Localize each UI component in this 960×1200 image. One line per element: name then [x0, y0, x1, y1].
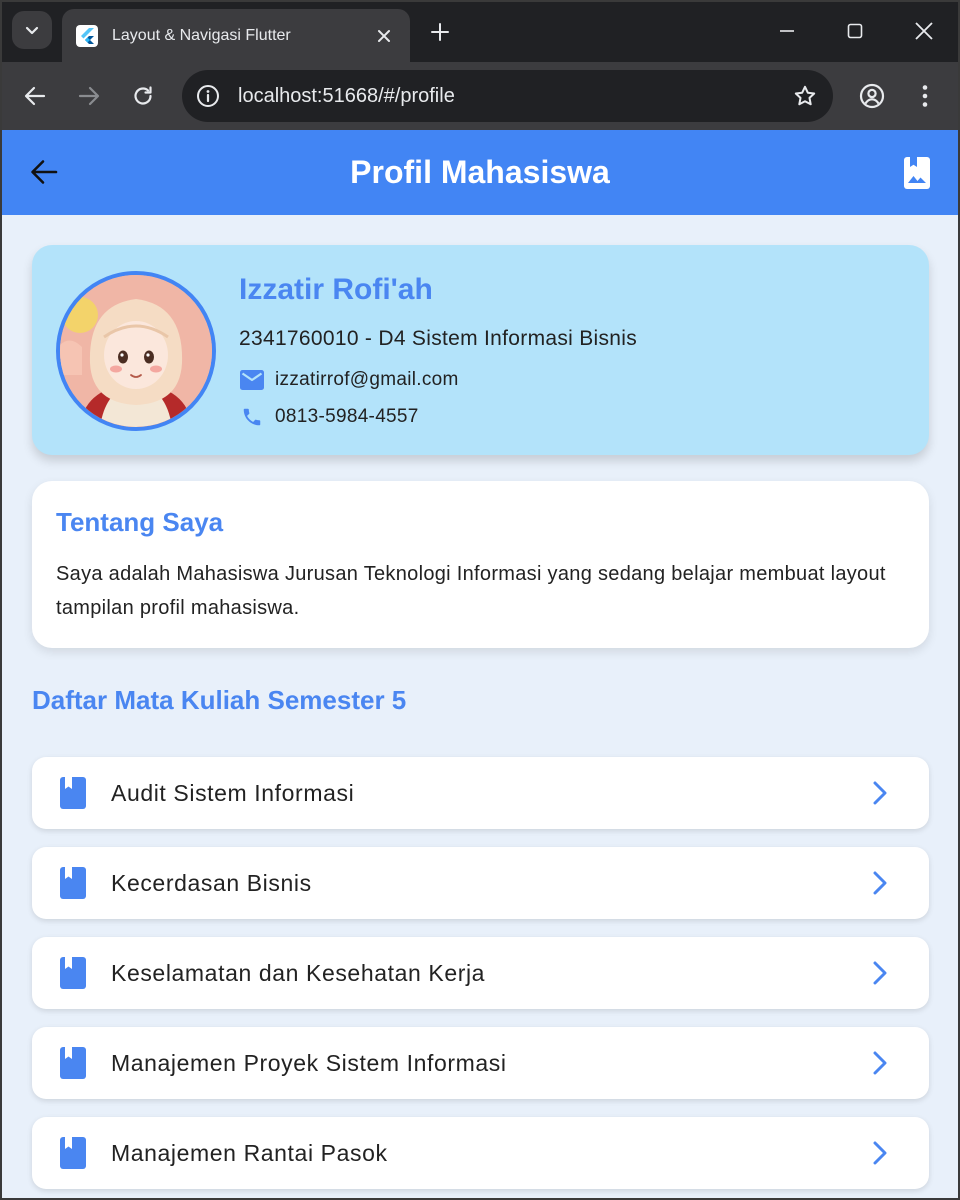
course-item[interactable]: Audit Sistem Informasi [32, 757, 929, 829]
plus-icon [431, 23, 449, 41]
reload-icon [134, 86, 152, 105]
maximize-button[interactable] [835, 12, 875, 50]
tab-title: Layout & Navigasi Flutter [112, 26, 291, 44]
chevron-right-icon [866, 959, 894, 987]
email-icon [239, 367, 265, 393]
more-vert-icon [922, 85, 928, 107]
chevron-down-icon [25, 26, 39, 35]
email-row: izzatirrof@gmail.com [239, 367, 459, 393]
browser-tabstrip: Layout & Navigasi Flutter [0, 0, 960, 62]
close-window-button[interactable] [904, 12, 944, 50]
url-text[interactable]: localhost:51668/#/profile [238, 85, 791, 108]
flutter-logo-icon [76, 24, 98, 47]
email-text: izzatirrof@gmail.com [275, 369, 459, 390]
course-label: Manajemen Rantai Pasok [111, 1140, 388, 1166]
minimize-button[interactable] [767, 12, 807, 50]
arrow-left-icon [24, 86, 46, 106]
minimize-icon [780, 30, 794, 32]
tab-search-button[interactable] [12, 11, 52, 49]
avatar [56, 271, 216, 431]
courses-section-title: Daftar Mata Kuliah Semester 5 [32, 685, 407, 715]
photo-album-icon [904, 157, 930, 189]
app-bar: Profil Mahasiswa [2, 130, 958, 215]
address-bar[interactable]: localhost:51668/#/profile [182, 70, 833, 122]
phone-text: 0813-5984-4557 [275, 406, 419, 427]
new-tab-button[interactable] [424, 16, 456, 48]
back-button[interactable] [15, 76, 55, 116]
about-title: Tentang Saya [56, 507, 224, 537]
book-icon [60, 867, 86, 899]
close-icon [378, 29, 390, 42]
star-icon[interactable] [791, 82, 819, 110]
book-icon [60, 1047, 86, 1079]
chevron-right-icon [866, 1139, 894, 1167]
photo-album-button[interactable] [898, 154, 936, 192]
phone-row: 0813-5984-4557 [239, 404, 419, 430]
phone-icon [239, 404, 265, 430]
close-tab-button[interactable] [372, 24, 396, 48]
about-text: Saya adalah Mahasiswa Jurusan Teknologi … [56, 563, 886, 619]
reload-button[interactable] [123, 76, 163, 116]
close-icon [915, 22, 933, 40]
course-item[interactable]: Manajemen Proyek Sistem Informasi [32, 1027, 929, 1099]
course-label: Keselamatan dan Kesehatan Kerja [111, 960, 486, 986]
course-label: Kecerdasan Bisnis [111, 870, 312, 896]
app-viewport: Profil Mahasiswa Izzatir Rofi'ah 2341760… [2, 130, 958, 1198]
course-label: Manajemen Proyek Sistem Informasi [111, 1050, 507, 1076]
student-nim-program: 2341760010 - D4 Sistem Informasi Bisnis [239, 327, 638, 350]
maximize-icon [847, 23, 863, 39]
course-item[interactable]: Kecerdasan Bisnis [32, 847, 929, 919]
book-icon [60, 1137, 86, 1169]
course-label: Audit Sistem Informasi [111, 780, 355, 806]
arrow-right-icon [78, 86, 100, 106]
browser-toolbar: localhost:51668/#/profile [0, 62, 960, 130]
chevron-right-icon [866, 1049, 894, 1077]
student-name: Izzatir Rofi'ah [239, 273, 433, 306]
forward-button[interactable] [69, 76, 109, 116]
page-title: Profil Mahasiswa [350, 154, 610, 190]
info-icon[interactable] [196, 84, 220, 108]
book-icon [60, 777, 86, 809]
chevron-right-icon [866, 869, 894, 897]
browser-menu-button[interactable] [905, 76, 945, 116]
profile-card: Izzatir Rofi'ah 2341760010 - D4 Sistem I… [32, 245, 929, 455]
course-item[interactable]: Keselamatan dan Kesehatan Kerja [32, 937, 929, 1009]
course-item[interactable]: Manajemen Rantai Pasok [32, 1117, 929, 1189]
account-icon [859, 83, 885, 109]
chevron-right-icon [866, 779, 894, 807]
about-card: Tentang Saya Saya adalah Mahasiswa Jurus… [32, 481, 929, 648]
profile-button[interactable] [852, 76, 892, 116]
browser-tab[interactable]: Layout & Navigasi Flutter [62, 9, 410, 62]
book-icon [60, 957, 86, 989]
